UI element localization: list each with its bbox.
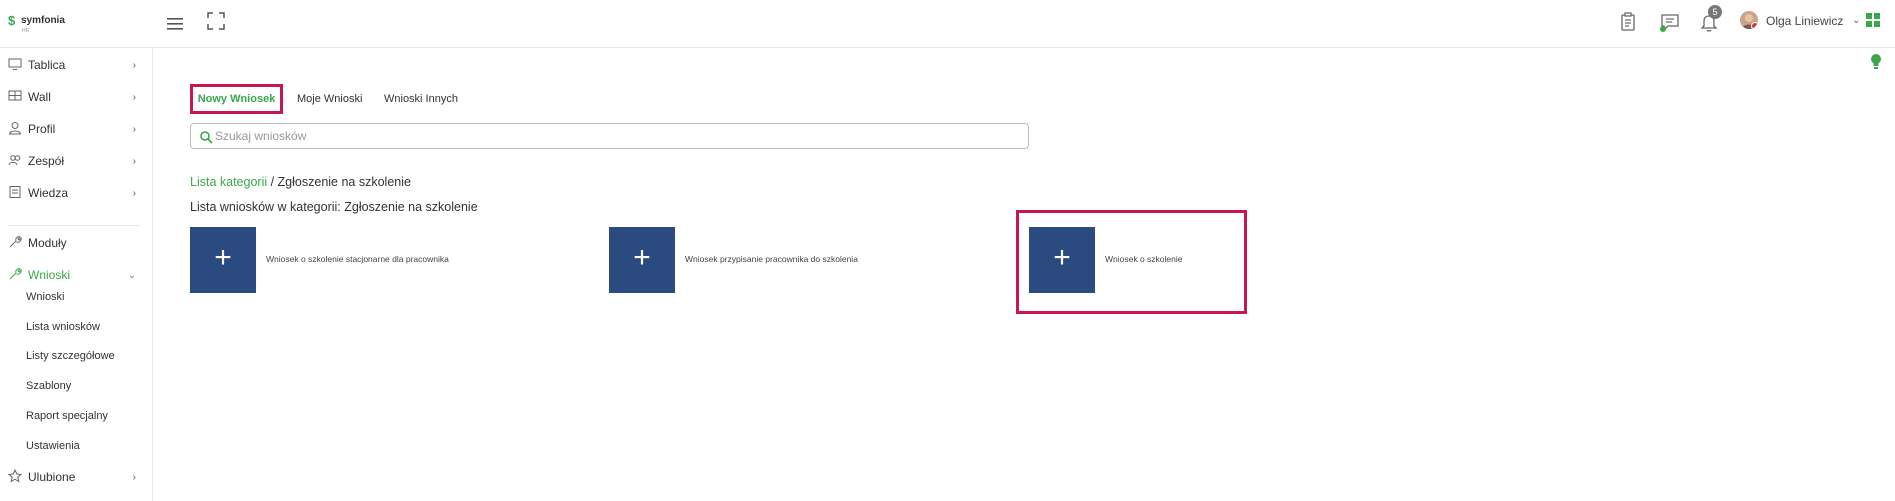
sidebar-item-profil[interactable]: Profil › — [0, 117, 153, 143]
sidebar-item-label: Moduły — [28, 236, 67, 250]
chevron-right-icon: › — [132, 92, 136, 103]
sidebar-item-label: Profil — [28, 122, 56, 136]
symfonia-logo[interactable]: $ symfonia HR — [8, 12, 68, 36]
breadcrumb-link-lista-kategorii[interactable]: Lista kategorii — [190, 175, 267, 189]
highlight-frame — [1016, 210, 1247, 314]
sidebar-subitem-lista-wnioskow[interactable]: Lista wniosków — [26, 321, 100, 333]
lightbulb-icon[interactable] — [1870, 53, 1882, 71]
logo-text: symfonia — [21, 15, 65, 26]
user-name[interactable]: Olga Liniewicz — [1766, 14, 1843, 28]
tab-nowy-wniosek[interactable]: Nowy Wniosek — [190, 84, 283, 114]
chevron-down-icon[interactable]: ⌄ — [1852, 15, 1860, 26]
search-icon — [200, 131, 213, 144]
wrench-icon — [9, 268, 22, 280]
breadcrumb: Lista kategorii / Zgłoszenie na szkoleni… — [190, 175, 411, 189]
sidebar-subitem-raport-specjalny[interactable]: Raport specjalny — [26, 410, 108, 422]
sidebar-item-label: Wall — [28, 90, 51, 104]
chevron-right-icon: › — [132, 188, 136, 199]
request-card-label: Wniosek przypisanie pracownika do szkole… — [685, 254, 858, 264]
star-icon — [8, 469, 22, 483]
sidebar-subitem-listy-szczegolowe[interactable]: Listy szczegółowe — [26, 350, 115, 362]
status-dot — [1751, 22, 1758, 29]
chat-icon[interactable] — [1658, 10, 1682, 34]
top-bar: $ symfonia HR 5 Olga Liniewicz ⌄ — [0, 0, 1895, 48]
chevron-down-icon: ⌄ — [127, 270, 136, 281]
chevron-right-icon: › — [132, 472, 136, 483]
request-card[interactable]: + Wniosek o szkolenie stacjonarne dla pr… — [190, 227, 590, 293]
sidebar-item-label: Ulubione — [28, 470, 76, 484]
request-card-label: Wniosek o szkolenie stacjonarne dla prac… — [266, 254, 449, 264]
request-card[interactable]: + Wniosek przypisanie pracownika do szko… — [609, 227, 1009, 293]
chevron-right-icon: › — [132, 124, 136, 135]
menu-icon[interactable] — [164, 12, 188, 36]
plus-icon[interactable]: + — [190, 227, 256, 293]
wall-icon — [8, 90, 22, 101]
breadcrumb-current: Zgłoszenie na szkolenie — [277, 175, 411, 189]
sidebar: Tablica › Wall › Profil › Zespół › Wiedz… — [0, 48, 153, 501]
sidebar-divider — [8, 225, 140, 226]
sidebar-item-label: Zespół — [28, 154, 65, 168]
book-icon — [9, 186, 21, 198]
search-box — [190, 123, 1029, 149]
breadcrumb-separator: / — [267, 175, 278, 189]
logo-mark-icon: $ — [8, 13, 16, 28]
sidebar-subitem-wnioski[interactable]: Wnioski — [26, 291, 65, 303]
sidebar-item-ulubione[interactable]: Ulubione › — [0, 465, 153, 491]
tab-wnioski-innych[interactable]: Wnioski Innych — [384, 84, 458, 114]
search-input[interactable] — [215, 127, 1015, 145]
monitor-icon — [8, 58, 22, 70]
fullscreen-icon[interactable] — [205, 10, 227, 32]
chevron-right-icon: › — [132, 156, 136, 167]
sidebar-item-label: Wnioski — [28, 268, 71, 282]
category-list-title: Lista wniosków w kategorii: Zgłoszenie n… — [190, 200, 478, 214]
clipboard-icon[interactable] — [1616, 10, 1640, 34]
notification-badge: 5 — [1708, 5, 1722, 19]
logo-sub: HR — [22, 28, 30, 34]
sidebar-item-moduly[interactable]: Moduły — [0, 231, 153, 257]
sidebar-item-label: Wiedza — [28, 186, 69, 200]
sidebar-item-label: Tablica — [28, 58, 66, 72]
wrench-icon — [9, 236, 22, 248]
sidebar-item-tablica[interactable]: Tablica › — [0, 53, 153, 79]
sidebar-subitem-ustawienia[interactable]: Ustawienia — [26, 440, 80, 452]
plus-icon[interactable]: + — [609, 227, 675, 293]
sidebar-item-zespol[interactable]: Zespół › — [0, 149, 153, 175]
chevron-right-icon: › — [132, 60, 136, 71]
avatar[interactable] — [1740, 11, 1758, 29]
team-icon — [8, 155, 21, 166]
sidebar-item-wiedza[interactable]: Wiedza › — [0, 181, 153, 207]
sidebar-item-wall[interactable]: Wall › — [0, 85, 153, 111]
user-icon — [8, 122, 22, 135]
apps-grid-icon[interactable] — [1866, 13, 1880, 27]
sidebar-item-wnioski[interactable]: Wnioski ⌄ — [0, 263, 153, 289]
sidebar-subitem-szablony[interactable]: Szablony — [26, 380, 71, 392]
tab-moje-wnioski[interactable]: Moje Wnioski — [297, 84, 362, 114]
